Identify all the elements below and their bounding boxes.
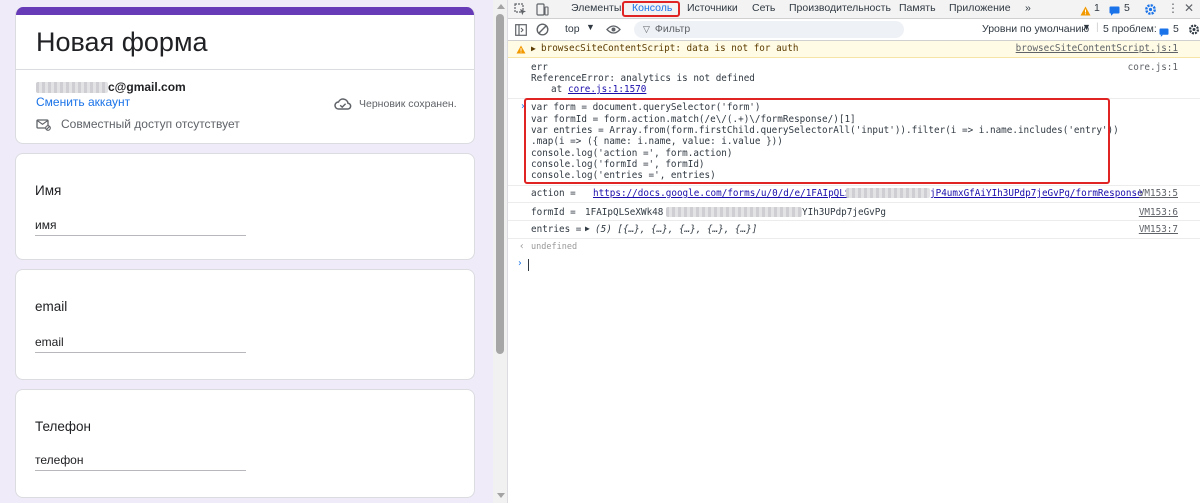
action-url-end[interactable]: jP4umxGfAiYIh3UPdp7jeGvPg/formResponse [930, 188, 1143, 199]
action-url-start[interactable]: https://docs.google.com/forms/u/0/d/e/1F… [593, 188, 856, 199]
inspect-element-icon[interactable] [514, 3, 527, 16]
code-highlight-box [524, 98, 1110, 184]
error-stack-link[interactable]: core.js:1:1570 [568, 84, 646, 95]
draft-status: Черновик сохранен. [334, 97, 457, 110]
console-warning-message: ▶ browsecSiteContentScript: data is not … [508, 41, 1200, 58]
row-divider [508, 185, 1200, 186]
row-divider [508, 202, 1200, 203]
account-email: c@gmail.com [36, 80, 186, 94]
sidebar-toggle-icon[interactable] [515, 24, 527, 36]
output-source-link[interactable]: VM153:7 [1139, 224, 1178, 235]
clear-console-icon[interactable] [536, 23, 549, 36]
question-answer-field[interactable]: телефон [35, 453, 246, 471]
tab-sources[interactable]: Источники [687, 0, 738, 19]
expand-array-icon[interactable]: ▶ [585, 224, 590, 233]
row-divider [508, 238, 1200, 239]
question-card-name[interactable]: Имя имя [15, 153, 475, 260]
close-icon[interactable]: ✕ [1184, 1, 1194, 15]
page-scrollbar[interactable] [493, 0, 508, 503]
output-source-link[interactable]: VM153:6 [1139, 207, 1178, 218]
question-answer-field[interactable]: имя [35, 218, 246, 236]
draft-status-text: Черновик сохранен. [359, 97, 457, 110]
device-toggle-icon[interactable] [536, 3, 549, 16]
log-levels-dropdown[interactable]: Уровни по умолчанию [982, 23, 1089, 35]
console-toolbar: top ▼ ▽ Фильтр Уровни по умолчанию ▼ | 5 … [508, 19, 1200, 41]
output-prefix: entries = [531, 224, 587, 235]
entries-value[interactable]: (5) [{…}, {…}, {…}, {…}, {…}] [595, 224, 757, 235]
form-accent-bar [16, 7, 474, 15]
question-title[interactable]: Имя [35, 183, 61, 198]
cloud-check-icon [334, 98, 352, 110]
scrollbar-thumb[interactable] [496, 14, 504, 354]
form-editor-pane: Новая форма c@gmail.com Сменить аккаунт … [0, 0, 493, 503]
error-stack-prefix: at [551, 84, 568, 95]
output-prefix: action = [531, 188, 582, 199]
chevron-down-icon[interactable]: ▼ [586, 22, 595, 32]
eye-icon[interactable] [606, 24, 621, 35]
account-email-suffix: c@gmail.com [108, 80, 186, 94]
console-prompt-icon: › [517, 258, 523, 269]
row-divider [508, 220, 1200, 221]
tab-performance[interactable]: Производительность [789, 0, 891, 19]
warning-count[interactable]: 1 [1094, 0, 1100, 19]
error-source-link[interactable]: core.js:1 [1128, 62, 1178, 73]
tab-elements[interactable]: Элементы [571, 0, 621, 19]
console-input-caret[interactable] [528, 259, 529, 271]
output-source-link[interactable]: VM153:5 [1139, 188, 1178, 199]
no-sharing-icon [36, 118, 51, 131]
question-answer-field[interactable]: email [35, 335, 246, 353]
devtools-tab-bar: Элементы Консоль Источники Сеть Производ… [508, 0, 1200, 19]
form-title[interactable]: Новая форма [36, 27, 208, 58]
warning-text: browsecSiteContentScript: data is not fo… [541, 43, 799, 54]
issues-button[interactable]: 5 проблем: [1103, 23, 1157, 35]
filter-icon: ▽ [643, 24, 650, 34]
console-filter-input[interactable]: ▽ Фильтр [634, 21, 904, 38]
error-label: err [531, 62, 548, 73]
warning-icon [516, 44, 526, 60]
sharing-status-text: Совместный доступ отсутствует [61, 117, 240, 131]
header-divider [16, 69, 474, 70]
warning-source-link[interactable]: browsecSiteContentScript.js:1 [1016, 41, 1178, 57]
issues-message-icon[interactable] [1159, 25, 1169, 40]
more-tabs-button[interactable]: » [1025, 0, 1031, 19]
console-tab-highlight [622, 1, 680, 17]
warning-triangle-icon[interactable] [1080, 4, 1091, 19]
sharing-status: Совместный доступ отсутствует [36, 117, 240, 131]
redacted-email-part [36, 81, 108, 93]
issues-count[interactable]: 5 [1173, 23, 1179, 35]
result-value: undefined [531, 242, 578, 252]
settings-gear-icon[interactable] [1144, 3, 1157, 16]
scroll-up-arrow-icon[interactable] [497, 4, 505, 9]
scroll-down-arrow-icon[interactable] [497, 493, 505, 498]
tab-application[interactable]: Приложение [949, 0, 1011, 19]
devtools-panel: Элементы Консоль Источники Сеть Производ… [508, 0, 1200, 503]
redacted-formid-part [666, 207, 802, 217]
question-title[interactable]: Телефон [35, 419, 91, 434]
tab-memory[interactable]: Память [899, 0, 936, 19]
console-settings-gear-icon[interactable] [1188, 23, 1200, 36]
message-icon[interactable] [1109, 4, 1120, 19]
expand-triangle-icon[interactable]: ▶ [531, 41, 536, 57]
filter-placeholder: Фильтр [654, 23, 691, 35]
question-card-phone[interactable]: Телефон телефон [15, 389, 475, 498]
error-text: ReferenceError: analytics is not defined [531, 73, 755, 84]
more-options-icon[interactable]: ⋮ [1167, 1, 1179, 15]
context-selector[interactable]: top [565, 23, 580, 35]
toolbar-divider: | [1096, 21, 1099, 33]
form-header-card: Новая форма c@gmail.com Сменить аккаунт … [15, 7, 475, 144]
formid-value-end: YIh3UPdp7jeGvPg [802, 207, 886, 218]
redacted-url-part [846, 188, 930, 198]
output-prefix: formId = [531, 207, 582, 218]
result-arrow-icon: ‹ [519, 241, 525, 252]
tab-network[interactable]: Сеть [752, 0, 775, 19]
question-card-email[interactable]: email email [15, 269, 475, 380]
formid-value-start: 1FAIpQLSeXWk48 [585, 207, 664, 218]
question-title[interactable]: email [35, 299, 67, 314]
switch-account-link[interactable]: Сменить аккаунт [36, 95, 130, 109]
message-count[interactable]: 5 [1124, 0, 1130, 19]
levels-chevron-down-icon[interactable]: ▼ [1082, 22, 1091, 32]
